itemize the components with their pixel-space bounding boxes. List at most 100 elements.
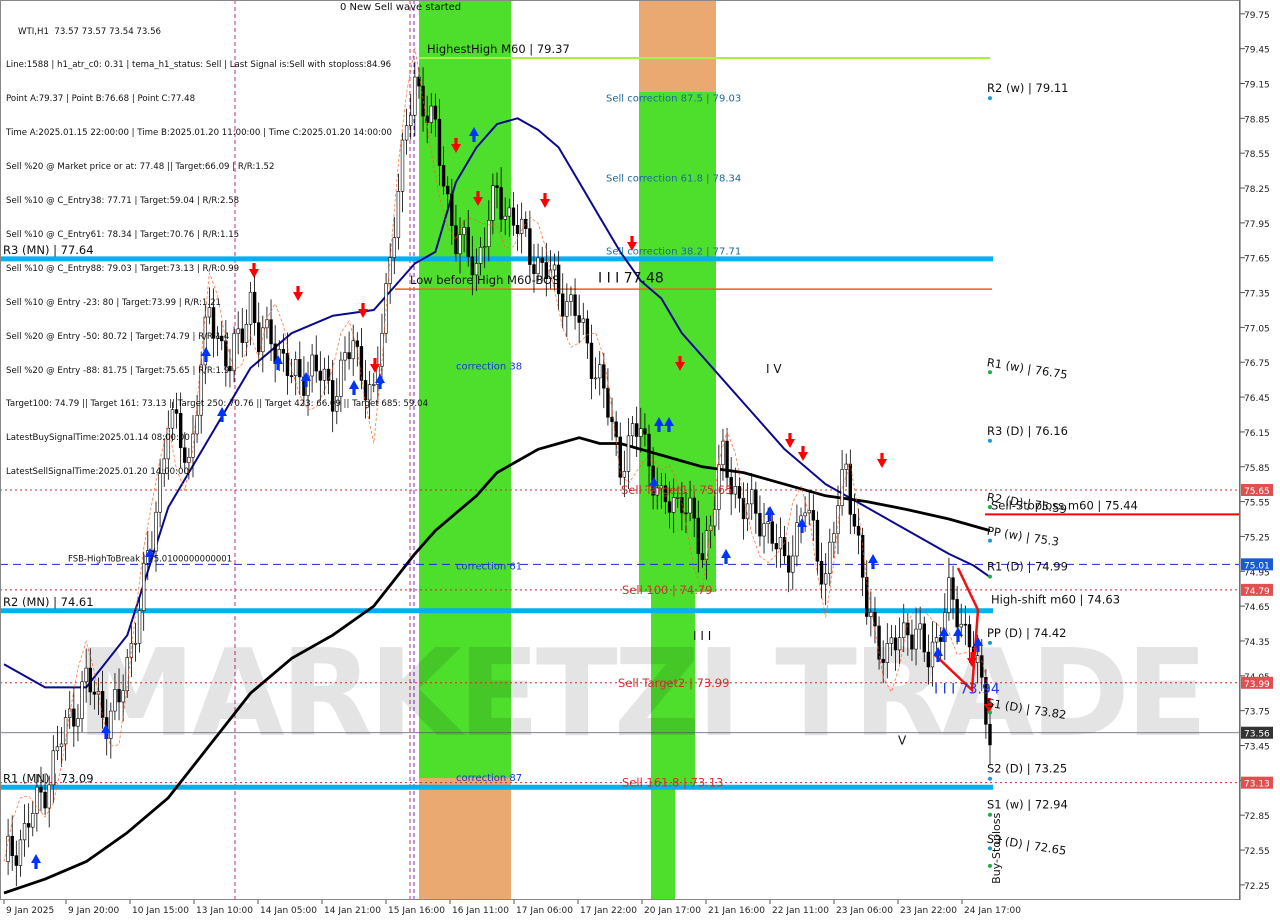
y-tick-label: 77.95: [1244, 220, 1270, 230]
candle-body: [803, 512, 807, 517]
candle-body: [622, 471, 627, 478]
wave-label: I I I 77.48: [598, 270, 664, 286]
x-tick-label: 16 Jan 11:00: [452, 906, 509, 916]
candle-body: [561, 293, 565, 317]
candle-body: [92, 691, 97, 695]
candle-body: [573, 294, 577, 316]
candle-body: [602, 364, 606, 389]
candle-body: [100, 691, 105, 718]
candle-body: [117, 689, 121, 703]
candle-body: [72, 708, 76, 727]
y-tick-label: 73.45: [1244, 743, 1270, 753]
candle-body: [499, 187, 503, 220]
candle-body: [84, 667, 88, 683]
candle-body: [441, 165, 446, 187]
candle-body: [922, 623, 926, 653]
candle-body: [585, 318, 590, 344]
candle-body: [643, 428, 647, 435]
candle-body: [938, 637, 943, 642]
candle-body: [881, 658, 885, 663]
candle-body: [133, 642, 138, 645]
x-tick-label: 17 Jan 22:00: [580, 906, 637, 916]
candle-body: [581, 318, 585, 323]
candle-body: [823, 573, 828, 585]
zone-label: Sell Target2 | 73.99: [618, 676, 729, 690]
zone-label: Sell correction 87.5 | 79.03: [606, 93, 741, 104]
level-label: High-shift m60 | 74.63: [991, 592, 1120, 606]
candle-body: [528, 228, 532, 265]
y-tick-label: 79.45: [1244, 46, 1270, 56]
candle-body: [59, 743, 64, 748]
price-tag-label: 73.13: [1244, 780, 1270, 790]
candle-body: [815, 519, 820, 562]
candle-body: [35, 786, 39, 814]
candle-body: [926, 651, 931, 668]
candle-body: [713, 509, 717, 527]
candle-body: [700, 553, 705, 561]
candle-body: [47, 784, 51, 809]
level-label: Low before High M60-BOS: [410, 273, 559, 287]
candle-body: [828, 541, 832, 574]
candle-body: [540, 257, 544, 263]
candle-body: [569, 294, 573, 302]
candle-body: [786, 555, 791, 573]
candle-body: [437, 118, 442, 166]
y-tick-label: 77.05: [1244, 324, 1270, 334]
sell-zone-green-bottom: [651, 787, 675, 900]
pivot-label: PP (w) | 75.3: [986, 524, 1060, 549]
candle-body: [704, 530, 709, 561]
watermark-layer: MARKETZI TRADE: [76, 625, 1208, 764]
candle-body: [88, 667, 92, 693]
x-tick-label: 23 Jan 06:00: [836, 906, 893, 916]
candle-body: [536, 257, 540, 275]
info-line: Sell %10 @ Entry -23: 80 | Target:73.99 …: [6, 297, 222, 308]
info-line: Target100: 74.79 || Target 161: 73.13 ||…: [6, 399, 429, 410]
candle-body: [684, 512, 688, 515]
y-tick-label: 78.55: [1244, 150, 1270, 160]
candle-body: [692, 497, 696, 519]
y-tick-label: 74.65: [1244, 603, 1270, 613]
pivot-dot: [988, 538, 992, 543]
x-tick-label: 10 Jan 15:00: [132, 906, 189, 916]
info-line: Sell %20 @ Entry -50: 80.72 | Target:74.…: [6, 331, 230, 342]
level-label: FSB-HighToBreak | 75.0100000000001: [68, 554, 232, 564]
candle-body: [959, 623, 963, 628]
candle-body: [848, 463, 853, 515]
pivot-label: R2 (w) | 79.11: [987, 81, 1068, 95]
pivot-dot: [988, 504, 992, 509]
candle-body: [519, 218, 524, 234]
candle-body: [782, 536, 787, 557]
candle-body: [55, 746, 60, 752]
pivot-label: S1 (w) | 72.94: [987, 798, 1068, 812]
candle-body: [832, 533, 836, 543]
y-tick-label: 75.25: [1244, 533, 1270, 543]
y-tick-label: 75.55: [1244, 499, 1270, 509]
pivot-dot: [988, 640, 992, 645]
candle-body: [696, 517, 701, 554]
candle-body: [807, 510, 811, 514]
candle-body: [39, 786, 43, 793]
candle-body: [511, 207, 516, 226]
buy-arrow-icon: [765, 506, 775, 521]
candle-body: [606, 387, 610, 418]
candle-body: [495, 185, 499, 188]
candle-body: [906, 622, 910, 636]
candle-body: [934, 637, 939, 643]
candle-body: [433, 105, 438, 120]
candle-body: [893, 637, 898, 651]
candle-body: [466, 227, 470, 258]
y-tick-label: 72.25: [1244, 882, 1270, 892]
x-tick-label: 9 Jan 2025: [6, 906, 54, 916]
candle-body: [454, 225, 458, 255]
x-tick-label: 14 Jan 05:00: [260, 906, 317, 916]
candle-body: [593, 377, 598, 380]
candle-body: [109, 710, 113, 739]
info-line: Point A:79.37 | Point B:76.68 | Point C:…: [6, 94, 196, 105]
candle-body: [741, 497, 746, 520]
zone-label: correction 61: [456, 561, 522, 572]
sell-arrow-icon: [785, 433, 795, 448]
candle-body: [737, 486, 742, 499]
sell-arrow-icon: [877, 453, 887, 468]
sell-arrow-icon: [540, 193, 550, 208]
candle-body: [975, 655, 980, 663]
